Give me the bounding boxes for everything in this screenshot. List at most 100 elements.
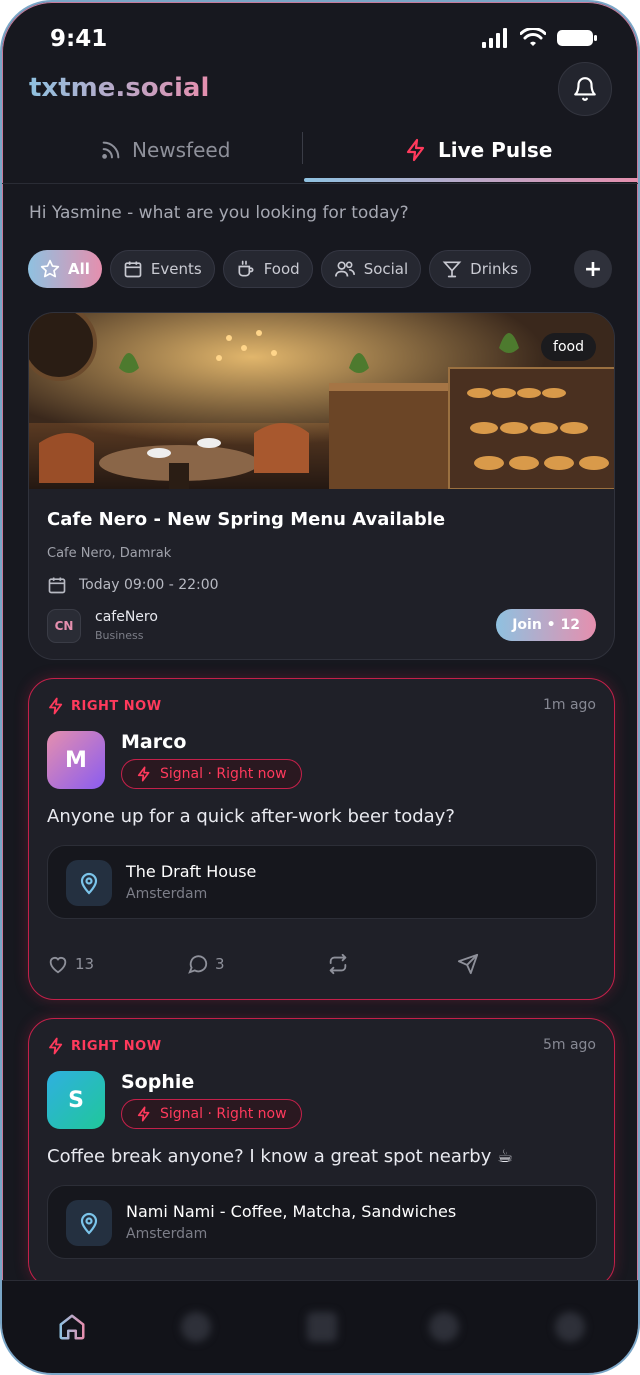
blurred-icon bbox=[181, 1312, 211, 1342]
avatar[interactable]: M bbox=[47, 731, 105, 789]
pulse-card[interactable]: RIGHT NOW 5m ago S Sophie Signal · Right… bbox=[28, 1018, 615, 1288]
bolt-icon bbox=[49, 697, 63, 715]
rss-icon bbox=[102, 141, 120, 159]
host-avatar: CN bbox=[47, 609, 81, 643]
chip-food[interactable]: Food bbox=[222, 250, 313, 288]
event-place: Cafe Nero, Damrak bbox=[47, 546, 172, 561]
post-actions: 13 3 bbox=[47, 953, 597, 983]
host-name[interactable]: cafeNero bbox=[95, 609, 158, 625]
right-now-badge: RIGHT NOW bbox=[47, 1037, 162, 1055]
send-icon bbox=[457, 953, 479, 975]
nav-item-4[interactable] bbox=[426, 1309, 462, 1345]
status-bar: 9:41 bbox=[2, 2, 638, 78]
star-icon bbox=[40, 259, 60, 278]
bolt-icon bbox=[137, 1106, 150, 1122]
chip-events[interactable]: Events bbox=[109, 250, 215, 288]
post-time: 5m ago bbox=[542, 1037, 596, 1053]
category-chips: All Events Food Social Drinks bbox=[28, 250, 532, 288]
blurred-icon bbox=[429, 1312, 459, 1342]
notifications-button[interactable] bbox=[558, 62, 612, 116]
coffee-cup-icon bbox=[238, 260, 254, 277]
app-logo[interactable]: txtme.social bbox=[29, 73, 209, 103]
avatar[interactable]: S bbox=[47, 1071, 105, 1129]
phone-frame: 9:41 txtme.social Newsfeed Live Pulse Hi… bbox=[0, 0, 640, 1375]
calendar-icon bbox=[48, 577, 66, 594]
status-icons bbox=[482, 28, 598, 48]
chip-events-label: Events bbox=[150, 260, 202, 278]
tab-newsfeed[interactable]: Newsfeed bbox=[100, 118, 230, 182]
post-time: 1m ago bbox=[542, 697, 596, 713]
bolt-icon bbox=[137, 766, 150, 782]
map-pin-icon bbox=[80, 1212, 98, 1235]
location-pin bbox=[66, 1200, 112, 1246]
repost-button[interactable] bbox=[327, 953, 349, 975]
signal-bars-icon bbox=[482, 28, 507, 48]
greeting-text: Hi Yasmine - what are you looking for to… bbox=[29, 203, 409, 223]
join-button[interactable]: Join • 12 bbox=[496, 609, 596, 641]
signal-label: Signal · Right now bbox=[160, 1106, 287, 1122]
tab-live-pulse-label: Live Pulse bbox=[438, 138, 553, 162]
chip-food-label: Food bbox=[263, 260, 300, 278]
wifi-icon bbox=[520, 28, 546, 46]
nav-item-5[interactable] bbox=[552, 1309, 588, 1345]
location-name: The Draft House bbox=[126, 862, 257, 881]
right-now-badge: RIGHT NOW bbox=[47, 697, 162, 715]
home-icon bbox=[59, 1314, 85, 1340]
like-button[interactable]: 13 bbox=[47, 953, 94, 975]
location-pin bbox=[66, 860, 112, 906]
active-tab-indicator bbox=[304, 178, 638, 182]
location-name: Nami Nami - Coffee, Matcha, Sandwiches bbox=[126, 1202, 457, 1221]
event-category-tag: food bbox=[541, 333, 596, 361]
event-title: Cafe Nero - New Spring Menu Available bbox=[47, 509, 446, 530]
bottom-nav bbox=[2, 1280, 638, 1373]
like-count: 13 bbox=[75, 955, 95, 973]
location-city: Amsterdam bbox=[126, 1226, 208, 1242]
feed-tabs: Newsfeed Live Pulse bbox=[2, 118, 638, 184]
host-type: Business bbox=[95, 629, 144, 642]
event-date-row: Today 09:00 - 22:00 bbox=[47, 575, 219, 595]
signal-label: Signal · Right now bbox=[160, 766, 287, 782]
chip-all[interactable]: All bbox=[28, 250, 102, 288]
blurred-icon bbox=[555, 1312, 585, 1342]
tab-live-pulse[interactable]: Live Pulse bbox=[404, 118, 552, 182]
nav-item-2[interactable] bbox=[178, 1309, 214, 1345]
share-button[interactable] bbox=[457, 953, 479, 975]
bell-icon bbox=[574, 77, 596, 101]
chip-all-label: All bbox=[68, 260, 90, 278]
calendar-icon bbox=[124, 261, 142, 278]
map-pin-icon bbox=[80, 872, 98, 895]
cocktail-icon bbox=[442, 261, 462, 278]
chip-social[interactable]: Social bbox=[320, 250, 422, 288]
repost-icon bbox=[329, 953, 347, 975]
post-message: Anyone up for a quick after-work beer to… bbox=[47, 806, 455, 827]
tab-newsfeed-label: Newsfeed bbox=[132, 138, 231, 162]
event-card[interactable]: food Cafe Nero - New Spring Menu Availab… bbox=[28, 312, 615, 660]
chip-drinks-label: Drinks bbox=[470, 260, 519, 278]
bolt-icon bbox=[49, 1037, 63, 1055]
right-now-label: RIGHT NOW bbox=[71, 1038, 162, 1054]
right-now-label: RIGHT NOW bbox=[71, 698, 162, 714]
nav-home[interactable] bbox=[54, 1309, 90, 1345]
add-category-button[interactable]: + bbox=[574, 250, 612, 288]
event-date: Today 09:00 - 22:00 bbox=[79, 577, 219, 593]
comment-button[interactable]: 3 bbox=[187, 953, 225, 975]
user-name[interactable]: Marco bbox=[121, 731, 186, 753]
users-icon bbox=[334, 261, 355, 277]
cafe-interior-image bbox=[29, 313, 614, 489]
location-card[interactable]: Nami Nami - Coffee, Matcha, Sandwiches A… bbox=[47, 1185, 597, 1259]
pulse-card[interactable]: RIGHT NOW 1m ago M Marco Signal · Right … bbox=[28, 678, 615, 1000]
location-card[interactable]: The Draft House Amsterdam bbox=[47, 845, 597, 919]
blurred-icon bbox=[307, 1312, 337, 1342]
status-time: 9:41 bbox=[50, 26, 108, 52]
location-city: Amsterdam bbox=[126, 886, 208, 902]
bolt-icon bbox=[406, 138, 425, 162]
chip-social-label: Social bbox=[363, 260, 409, 278]
nav-item-3[interactable] bbox=[304, 1309, 340, 1345]
tab-divider bbox=[302, 132, 303, 164]
chip-drinks[interactable]: Drinks bbox=[429, 250, 532, 288]
comment-count: 3 bbox=[215, 955, 225, 973]
event-photo: food bbox=[29, 313, 614, 489]
user-name[interactable]: Sophie bbox=[121, 1071, 194, 1093]
signal-badge: Signal · Right now bbox=[121, 1099, 302, 1129]
battery-icon bbox=[557, 30, 597, 46]
